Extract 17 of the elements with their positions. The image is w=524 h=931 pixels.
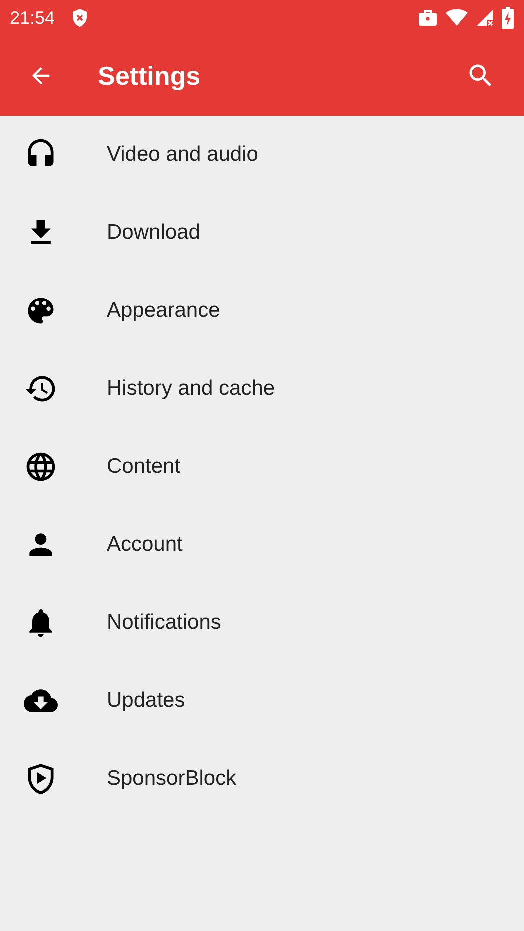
settings-item[interactable]: Appearance <box>0 272 524 350</box>
settings-item[interactable]: Notifications <box>0 584 524 662</box>
globe-icon <box>24 450 58 484</box>
settings-item[interactable]: History and cache <box>0 350 524 428</box>
shield-icon <box>71 8 90 28</box>
briefcase-icon <box>418 9 438 27</box>
settings-item[interactable]: Content <box>0 428 524 506</box>
settings-item[interactable]: Updates <box>0 662 524 740</box>
settings-item[interactable]: Account <box>0 506 524 584</box>
battery-icon <box>502 7 514 29</box>
app-bar-title: Settings <box>98 60 201 92</box>
settings-item[interactable]: SponsorBlock <box>0 740 524 818</box>
settings-item[interactable]: Video and audio <box>0 116 524 194</box>
status-time: 21:54 <box>10 6 56 30</box>
signal-icon <box>476 9 494 27</box>
wifi-icon <box>446 9 468 27</box>
settings-item[interactable]: Download <box>0 194 524 272</box>
